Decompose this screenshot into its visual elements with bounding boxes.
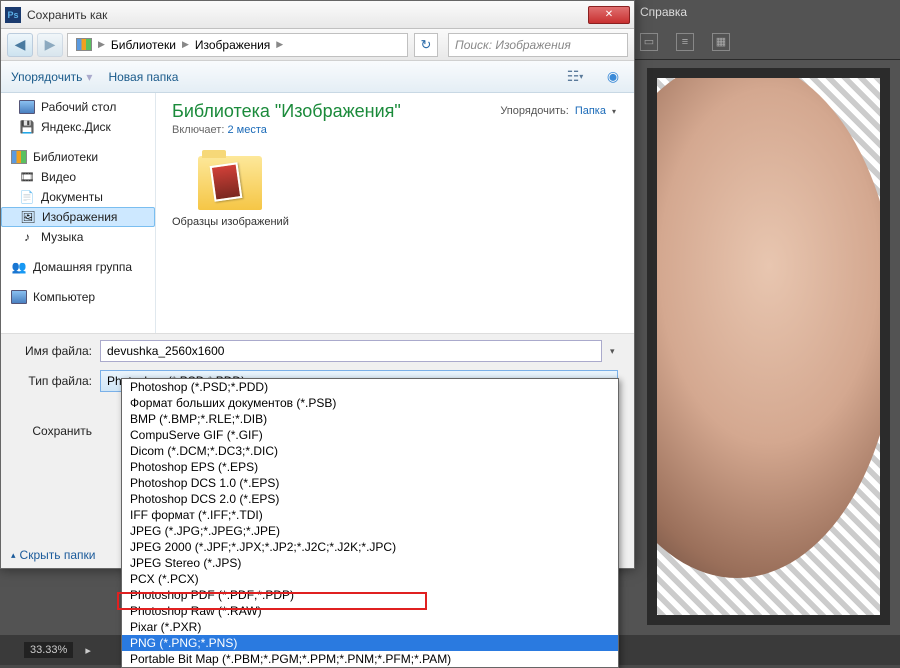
tool-icon-b[interactable]: ≡: [676, 33, 694, 51]
sidebar-item-libraries[interactable]: Библиотеки: [1, 147, 155, 167]
filename-label: Имя файла:: [17, 344, 92, 358]
music-icon: ♪: [19, 230, 35, 244]
close-button[interactable]: ✕: [588, 6, 630, 24]
hide-folders-button[interactable]: ▴ Скрыть папки: [11, 548, 95, 562]
breadcrumb[interactable]: ▶ Библиотеки ▶ Изображения ▶: [67, 33, 408, 57]
sidebar-item-documents[interactable]: 📄Документы: [1, 187, 155, 207]
new-folder-button[interactable]: Новая папка: [108, 70, 178, 84]
filetype-option[interactable]: JPEG Stereo (*.JPS): [122, 555, 618, 571]
nav-bar: ◀ ▶ ▶ Библиотеки ▶ Изображения ▶ ↻ Поиск…: [1, 29, 634, 61]
sidebar-item-images[interactable]: 🖼Изображения: [1, 207, 155, 227]
tool-icon-c[interactable]: ▦: [712, 33, 730, 51]
crumb-images[interactable]: Изображения: [189, 38, 276, 52]
save-options-label: Сохранить: [17, 406, 92, 438]
app-icon: Ps: [5, 7, 21, 23]
dialog-toolbar: Упорядочить ▾ Новая папка ☷ ▾ ◉: [1, 61, 634, 93]
menu-help[interactable]: Справка: [640, 5, 687, 19]
document-icon: 📄: [19, 190, 35, 204]
filename-input[interactable]: [100, 340, 602, 362]
help-button[interactable]: ◉: [602, 66, 624, 88]
dialog-body: Рабочий стол 💾Яндекс.Диск Библиотеки 🎞Ви…: [1, 93, 634, 333]
filetype-dropdown[interactable]: Photoshop (*.PSD;*.PDD)Формат больших до…: [121, 378, 619, 668]
filetype-option[interactable]: Dicom (*.DCM;*.DC3;*.DIC): [122, 443, 618, 459]
sidebar-item-homegroup[interactable]: 👥Домашняя группа: [1, 257, 155, 277]
filetype-option[interactable]: JPEG (*.JPG;*.JPEG;*.JPE): [122, 523, 618, 539]
chevron-right-icon: ▶: [276, 39, 283, 50]
filetype-option[interactable]: Photoshop Raw (*.RAW): [122, 603, 618, 619]
tool-icon-a[interactable]: ▭: [640, 33, 658, 51]
filetype-option[interactable]: Photoshop (*.PSD;*.PDD): [122, 379, 618, 395]
sidebar-item-desktop[interactable]: Рабочий стол: [1, 97, 155, 117]
dialog-title: Сохранить как: [27, 8, 588, 22]
status-arrow-icon: ▸: [85, 644, 91, 657]
filetype-label: Тип файла:: [17, 374, 92, 388]
computer-icon: [11, 290, 27, 304]
homegroup-icon: 👥: [11, 260, 27, 274]
filetype-option[interactable]: PCX (*.PCX): [122, 571, 618, 587]
chevron-down-icon[interactable]: ▾: [610, 346, 618, 357]
chevron-right-icon: ▶: [182, 39, 189, 50]
images-icon: 🖼: [20, 210, 36, 224]
sort-control[interactable]: Упорядочить: Папка ▾: [500, 105, 616, 117]
folder-item-samples[interactable]: Образцы изображений: [172, 156, 289, 228]
sidebar-item-music[interactable]: ♪Музыка: [1, 227, 155, 247]
sidebar-item-video[interactable]: 🎞Видео: [1, 167, 155, 187]
dialog-titlebar[interactable]: Ps Сохранить как ✕: [1, 1, 634, 29]
content-subtitle: Включает: 2 места: [172, 124, 618, 136]
folder-icon: [198, 156, 262, 210]
libraries-icon: [76, 38, 92, 51]
filetype-option[interactable]: IFF формат (*.IFF;*.TDI): [122, 507, 618, 523]
filetype-option[interactable]: CompuServe GIF (*.GIF): [122, 427, 618, 443]
sidebar-item-computer[interactable]: Компьютер: [1, 287, 155, 307]
filetype-option[interactable]: BMP (*.BMP;*.RLE;*.DIB): [122, 411, 618, 427]
chevron-down-icon: ▾: [612, 107, 616, 116]
filetype-option[interactable]: Photoshop EPS (*.EPS): [122, 459, 618, 475]
nav-forward-button[interactable]: ▶: [37, 33, 63, 57]
filetype-option[interactable]: Photoshop DCS 1.0 (*.EPS): [122, 475, 618, 491]
transparent-canvas: [657, 78, 880, 615]
folder-label: Образцы изображений: [172, 216, 289, 228]
image-content: [657, 78, 880, 578]
chevron-up-icon: ▴: [11, 550, 16, 561]
yandex-icon: 💾: [19, 120, 35, 134]
filetype-option[interactable]: JPEG 2000 (*.JPF;*.JPX;*.JP2;*.J2C;*.J2K…: [122, 539, 618, 555]
includes-link[interactable]: 2 места: [227, 124, 266, 136]
video-icon: 🎞: [19, 170, 35, 184]
crumb-libraries[interactable]: Библиотеки: [105, 38, 182, 52]
sidebar: Рабочий стол 💾Яндекс.Диск Библиотеки 🎞Ви…: [1, 93, 156, 333]
filetype-option[interactable]: Photoshop DCS 2.0 (*.EPS): [122, 491, 618, 507]
filetype-option[interactable]: PNG (*.PNG;*.PNS): [122, 635, 618, 651]
zoom-level[interactable]: 33.33%: [24, 642, 73, 658]
filetype-option[interactable]: Pixar (*.PXR): [122, 619, 618, 635]
sidebar-item-yandex[interactable]: 💾Яндекс.Диск: [1, 117, 155, 137]
libraries-icon: [11, 150, 27, 164]
chevron-right-icon: ▶: [98, 39, 105, 50]
ps-canvas-area: [647, 68, 890, 625]
filetype-option[interactable]: Photoshop PDF (*.PDF;*.PDP): [122, 587, 618, 603]
folder-content: Библиотека "Изображения" Включает: 2 мес…: [156, 93, 634, 333]
view-mode-button[interactable]: ☷ ▾: [564, 66, 586, 88]
nav-back-button[interactable]: ◀: [7, 33, 33, 57]
refresh-button[interactable]: ↻: [414, 33, 438, 57]
search-input[interactable]: Поиск: Изображения: [448, 33, 628, 57]
filetype-option[interactable]: Формат больших документов (*.PSB): [122, 395, 618, 411]
organize-button[interactable]: Упорядочить ▾: [11, 70, 92, 84]
desktop-icon: [19, 100, 35, 114]
chevron-down-icon: ▾: [86, 70, 92, 84]
